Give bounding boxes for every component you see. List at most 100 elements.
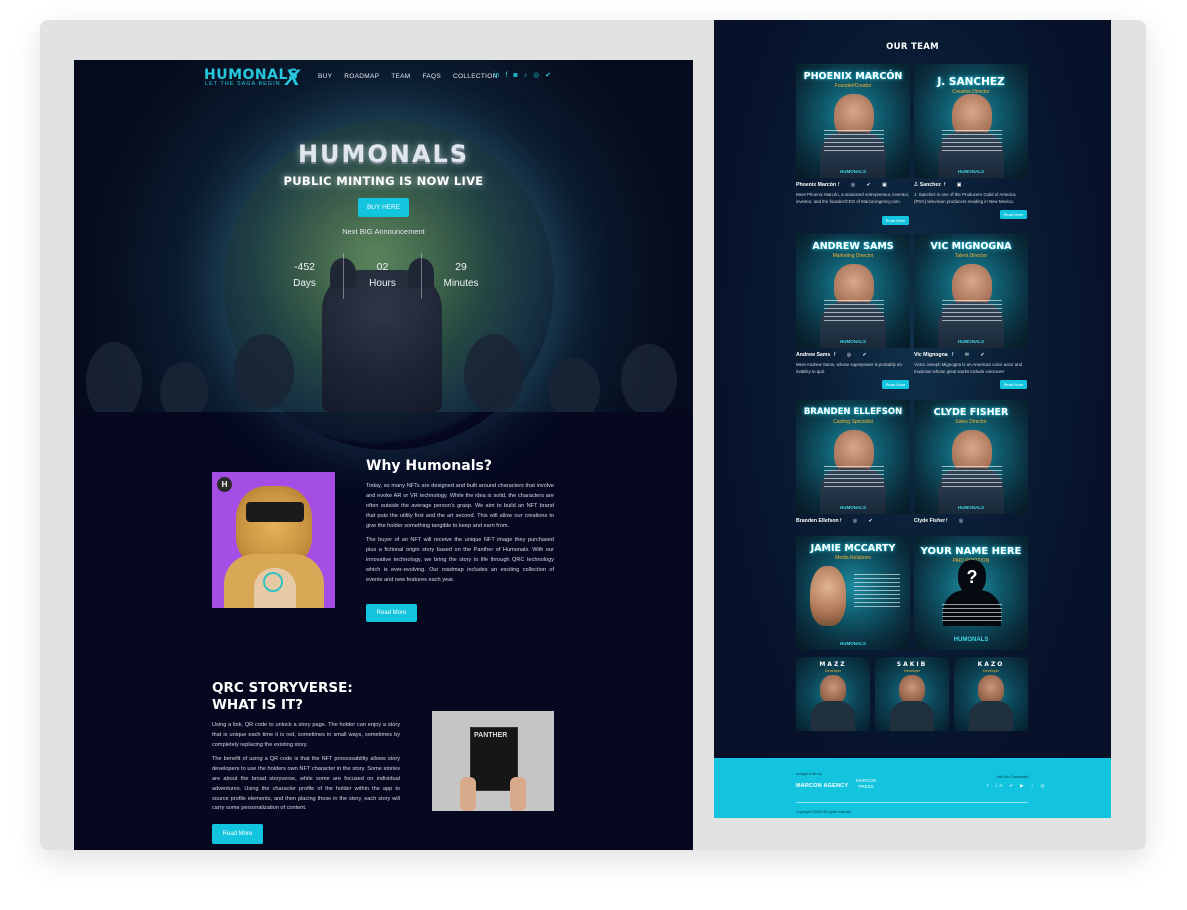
member-social-icons[interactable]: f ◎ ✔ <box>840 518 878 524</box>
card-brand: HUMONALS <box>840 169 866 174</box>
countdown-days-label: Days <box>293 278 316 289</box>
twitter-icon[interactable]: ✔ <box>545 72 551 80</box>
medallion <box>263 572 283 592</box>
member-name: Andrew Sams <box>796 352 831 358</box>
countdown-hours-value: 02 <box>376 261 389 273</box>
facebook-icon[interactable]: f <box>505 72 507 80</box>
read-more-button[interactable]: Read More <box>1000 210 1027 219</box>
footer-divider <box>796 802 1028 803</box>
team-page: OUR TEAM PHOENIX MARCÓN Founder/Creator … <box>714 20 1111 818</box>
card-brand: HUMONALS <box>953 637 989 643</box>
member-name: Phoenix Marcón <box>796 182 837 188</box>
read-more-button[interactable]: Read More <box>882 380 909 389</box>
qrc-text: Using a link, QR code to unlock a story … <box>212 721 400 819</box>
member-name: Clyde Fisher <box>914 518 946 524</box>
card-name: J. SANCHEZ <box>937 76 1005 88</box>
card-role: Talent Director <box>954 253 988 259</box>
tiktok-icon[interactable]: ♪ <box>524 72 528 80</box>
card-name: SAKIB <box>896 661 928 668</box>
team-card-kazo[interactable]: KAZO Developer <box>954 657 1028 731</box>
footer-social-icons[interactable]: f in ✔ ▶ ♪ ◎ <box>987 783 1047 789</box>
linkedin-icon[interactable]: in <box>494 72 499 80</box>
card-name: VIC MIGNOGNA <box>930 241 1012 252</box>
member-bio: J. Sanchez is one of the Producers Guild… <box>914 192 1016 204</box>
why-paragraph-2: The buyer of an NFT will receive the uni… <box>366 537 554 583</box>
why-title: Why Humonals? <box>366 458 492 474</box>
card-name: YOUR NAME HERE <box>920 546 1022 557</box>
nav-links: BUY ROADMAP TEAM FAQS COLLECTION <box>318 73 498 80</box>
top-nav: HUMONALS X LET THE SAGA BEGIN BUY ROADMA… <box>74 60 693 96</box>
marcon-agency-logo[interactable]: MARCON AGENCY <box>796 783 848 789</box>
card-role: Developer <box>983 669 999 673</box>
qrc-paragraph-2: The benefit of using a QR code is that t… <box>212 756 400 812</box>
nav-link-collection[interactable]: COLLECTION <box>453 73 498 80</box>
member-bio: Victor Joseph Mignogna is an American vo… <box>914 362 1023 374</box>
book-in-hands-image: PANTHER <box>432 711 554 811</box>
team-card-branden[interactable]: BRANDEN ELLEFSON Casting Specialist HUMO… <box>796 400 910 514</box>
countdown-minutes-label: Minutes <box>443 278 479 289</box>
card-role: Marketing Director <box>832 253 874 259</box>
instagram-icon[interactable]: ◎ <box>533 72 539 80</box>
mystery-avatar-icon: ? <box>958 560 986 594</box>
card-role: Founder/Creator <box>834 83 872 89</box>
nav-link-faqs[interactable]: FAQS <box>423 73 442 80</box>
logo-tagline: LET THE SAGA BEGIN <box>205 81 281 87</box>
card-role: Developer <box>825 669 841 673</box>
hero-section: HUMONALS X LET THE SAGA BEGIN BUY ROADMA… <box>74 60 693 450</box>
footer-join-label: Join Our Community! <box>996 775 1029 779</box>
why-read-more-button[interactable]: Read More <box>366 604 417 622</box>
card-name: KAZO <box>977 661 1005 668</box>
member-name: J. Sanchez <box>914 182 941 188</box>
card-role: Media Relations <box>835 555 871 561</box>
nav-social-icons: in f ◙ ♪ ◎ ✔ <box>494 72 551 80</box>
leopard-nft-image: H <box>212 472 335 608</box>
countdown-days-value: -452 <box>293 261 315 273</box>
footer-copyright: Copyright ©2022 All rights reserved <box>796 810 852 814</box>
team-card-vic[interactable]: VIC MIGNOGNA Talent Director HUMONALS <box>914 234 1028 348</box>
member-social-icons[interactable]: f ▣ <box>944 182 967 188</box>
countdown-minutes: 29 Minutes <box>422 253 500 299</box>
nav-link-buy[interactable]: BUY <box>318 73 332 80</box>
card-brand: HUMONALS <box>958 505 984 510</box>
site-footer: brought to life by MARCON AGENCY MARCON … <box>714 758 1111 818</box>
team-card-phoenix[interactable]: PHOENIX MARCÓN Founder/Creator HUMONALS <box>796 64 910 178</box>
hero-subtitle: PUBLIC MINTING IS NOW LIVE <box>283 174 484 188</box>
qrc-title: QRC STORYVERSE: WHAT IS IT? <box>212 680 353 714</box>
marcon-press-logo[interactable]: MARCON PRESS <box>856 778 876 790</box>
nav-link-team[interactable]: TEAM <box>391 73 410 80</box>
card-name: MAZZ <box>819 661 847 668</box>
countdown-hours: 02 Hours <box>344 253 422 299</box>
vr-headset <box>246 502 304 522</box>
member-social-icons[interactable]: f ◎ ✔ <box>834 352 872 358</box>
card-name: PHOENIX MARCÓN <box>803 71 903 82</box>
nav-link-roadmap[interactable]: ROADMAP <box>344 73 379 80</box>
team-card-andrew[interactable]: ANDREW SAMS Marketing Director HUMONALS <box>796 234 910 348</box>
member-social-icons[interactable]: f ◎ ✔ ▣ <box>838 182 892 188</box>
countdown-timer: -452 Days 02 Hours 29 Minutes <box>266 253 502 299</box>
team-card-sanchez[interactable]: J. SANCHEZ Creative Director HUMONALS <box>914 64 1028 178</box>
hero-title: HUMONALS <box>297 140 470 168</box>
countdown-days: -452 Days <box>266 253 344 299</box>
read-more-button[interactable]: Read More <box>882 216 909 225</box>
footer-brought-label: brought to life by <box>796 772 822 776</box>
discord-icon[interactable]: ◙ <box>513 72 517 80</box>
buy-here-button[interactable]: BUY HERE <box>358 198 409 217</box>
team-card-sakib[interactable]: SAKIB Developer <box>875 657 949 731</box>
announcement-label: Next BIG Announcement <box>342 227 425 236</box>
card-brand: HUMONALS <box>958 339 984 344</box>
member-social-icons[interactable]: f ✉ ✔ <box>952 352 990 358</box>
team-card-clyde[interactable]: CLYDE FISHER Sales Director HUMONALS <box>914 400 1028 514</box>
member-social-icons[interactable]: f ◎ <box>946 518 968 524</box>
team-card-your-name-here[interactable]: YOUR NAME HERE PAID POSITION ? HUMONALS <box>914 536 1028 650</box>
read-more-button[interactable]: Read More <box>1000 380 1027 389</box>
qrc-read-more-button[interactable]: Read More <box>212 824 263 844</box>
qrc-title-line1: QRC STORYVERSE: <box>212 680 353 696</box>
card-role: Sales Director <box>955 419 987 425</box>
countdown-minutes-value: 29 <box>455 261 467 273</box>
card-name: ANDREW SAMS <box>812 241 894 252</box>
member-bio: Meet Phoenix Marcón, a seasoned entrepre… <box>796 192 910 204</box>
team-card-jamie[interactable]: JAMIE MCCARTY Media Relations HUMONALS <box>796 536 910 650</box>
card-brand: HUMONALS <box>840 339 866 344</box>
h-badge-icon: H <box>217 477 232 492</box>
team-card-mazz[interactable]: MAZZ Developer <box>796 657 870 731</box>
